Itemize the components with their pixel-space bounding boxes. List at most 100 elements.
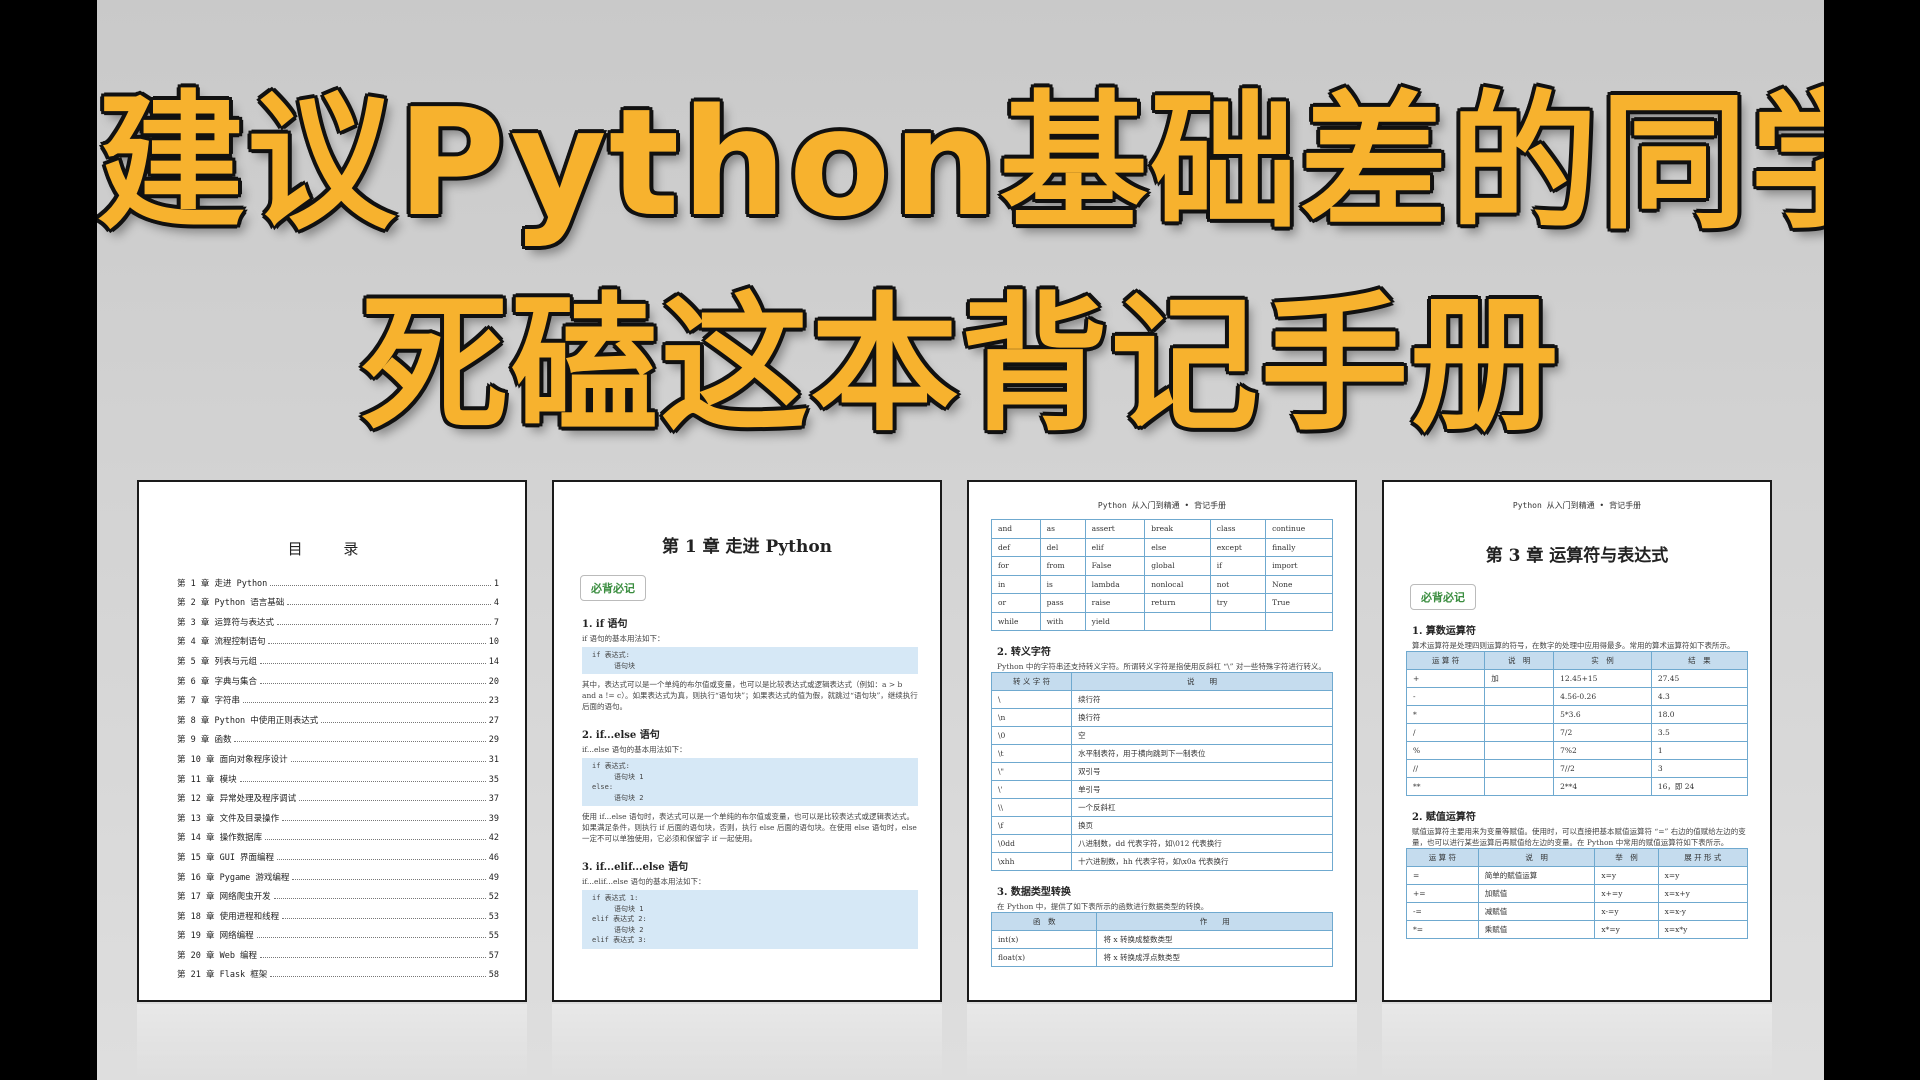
chapter-1-page: 第 1 章 走进 Python 必背必记 1. if 语句 if 语句的基本用法… <box>552 480 942 1002</box>
section-description: 算术运算符是处理四则运算的符号，在数字的处理中应用得最多。常用的算术运算符如下表… <box>1412 641 1735 650</box>
table-cell: and <box>991 519 1041 539</box>
code-line: elif 表达式 2: <box>592 915 647 923</box>
toc-row: 第 11 章 模块 35 <box>177 765 499 785</box>
chapter-2-page: Python 从入门到精通 • 背记手册 and as assert break cla… <box>967 480 1357 1002</box>
table-cell: elif <box>1084 537 1146 557</box>
table-cell: assert <box>1084 519 1146 539</box>
table-cell: 1 <box>1650 741 1749 760</box>
section-heading: 3. if...elif...else 语句 <box>582 862 689 873</box>
toc-page-number: 58 <box>488 970 499 981</box>
table-row: + 加 12.45+15 27.45 <box>1405 669 1749 688</box>
toc-entry-title: 第 18 章 使用进程和线程 <box>177 911 280 922</box>
table-cell: 换行符 <box>1071 708 1333 727</box>
section-description: 其中，表达式可以是一个单纯的布尔值或变量，也可以是比较表达式或逻辑表达式（例如：… <box>582 680 918 711</box>
table-cell: import <box>1265 556 1333 576</box>
section-heading: 2. if...else 语句 <box>582 730 660 741</box>
toc-entry-title: 第 5 章 列表与元组 <box>177 656 257 667</box>
table-cell: break <box>1144 519 1211 539</box>
table-header-cell: 举 例 <box>1594 848 1659 867</box>
table-cell: or <box>991 593 1041 613</box>
code-block: if 表达式 1: 语句块 1 elif 表达式 2: 语句块 2 elif 表… <box>582 890 918 949</box>
toc-page-number: 4 <box>493 598 499 609</box>
table-cell: 一个反斜杠 <box>1071 798 1333 817</box>
table-header-cell: 结 果 <box>1650 651 1749 670</box>
table-row: // 7//2 3 <box>1405 759 1749 778</box>
toc-leader-dots <box>268 643 486 645</box>
table-cell: for <box>991 556 1041 576</box>
toc-leader-dots <box>239 780 486 782</box>
table-cell: x=x+y <box>1657 884 1749 903</box>
toc-entry-title: 第 21 章 Flask 框架 <box>177 970 268 981</box>
section-description: Python 中的字符串还支持转义字符。所谓转义字符是指使用反斜杠 “\” 对一… <box>997 662 1326 671</box>
table-cell: 水平制表符，用于横向跳到下一制表位 <box>1071 744 1333 763</box>
table-cell <box>1484 723 1555 742</box>
table-row: *= 乘赋值 x*=y x=x*y <box>1406 920 1749 939</box>
table-header-cell: 运 算 符 <box>1405 651 1486 670</box>
escape-char-table: 转 义 字 符说 明 \ 续行符 \n 换行符 \0 空 \t 水平制表符，用于横向跳到下一制表… <box>990 672 1333 871</box>
table-cell: continue <box>1265 519 1333 539</box>
table-cell: 将 x 转换成整数类型 <box>1096 930 1333 949</box>
table-row: \xhh 十六进制数，hh 代表字符，如\x0a 代表换行 <box>990 852 1333 871</box>
toc-entry-title: 第 12 章 异常处理及程序调试 <box>177 794 297 805</box>
table-cell: x=y <box>1657 866 1749 885</box>
toc-page-number: 7 <box>493 617 499 628</box>
toc-page-number: 53 <box>488 911 499 922</box>
toc-row: 第 19 章 网络编程 55 <box>177 922 499 941</box>
table-row: \ 续行符 <box>990 690 1333 709</box>
assignment-operator-table: 运 算 符说 明举 例展 开 形 式 = 简单的赋值运算 x=y x=y += 加赋值 x+=… <box>1406 848 1749 939</box>
table-cell <box>1484 741 1555 760</box>
chapter-title: 第 3 章 运算符与表达式 <box>1485 546 1669 566</box>
must-memorize-badge: 必背必记 <box>1410 584 1476 610</box>
table-row: += 加赋值 x+=y x=x+y <box>1406 884 1749 903</box>
table-row: \' 单引号 <box>990 780 1333 799</box>
table-cell: 27.45 <box>1650 669 1749 688</box>
section-intro: if...else 语句的基本用法如下： <box>582 745 687 754</box>
toc-row: 第 1 章 走进 Python 1 <box>177 569 499 589</box>
table-cell: global <box>1144 556 1211 576</box>
toc-entry-title: 第 1 章 走进 Python <box>177 578 268 589</box>
toc-list: 第 1 章 走进 Python 1 第 2 章 Python 语言基础 4 第 3 章 … <box>139 569 525 981</box>
table-cell: False <box>1084 556 1146 576</box>
toc-leader-dots <box>292 878 486 880</box>
table-cell <box>1209 611 1267 631</box>
table-row: = 简单的赋值运算 x=y x=y <box>1406 866 1749 885</box>
table-header-cell: 作 用 <box>1096 912 1333 931</box>
table-cell: del <box>1039 537 1086 557</box>
table-row: -= 减赋值 x-=y x=x-y <box>1406 902 1749 921</box>
must-memorize-badge: 必背必记 <box>580 575 646 601</box>
page-reflection <box>967 1004 1357 1080</box>
table-cell: try <box>1209 593 1267 613</box>
table-cell: // <box>1405 759 1486 778</box>
table-cell: 12.45+15 <box>1553 669 1652 688</box>
toc-row: 第 8 章 Python 中使用正则表达式 27 <box>177 706 499 726</box>
toc-page-number: 35 <box>488 774 499 785</box>
toc-row: 第 15 章 GUI 界面编程 46 <box>177 843 499 863</box>
toc-page-number: 20 <box>488 676 499 687</box>
toc-row: 第 16 章 Pygame 游戏编程 49 <box>177 863 499 883</box>
section-intro: if 语句的基本用法如下： <box>582 634 665 643</box>
toc-page-number: 37 <box>488 794 499 805</box>
toc-page-number: 31 <box>488 754 499 765</box>
toc-row: 第 20 章 Web 编程 57 <box>177 941 499 961</box>
table-cell: 将 x 转换成浮点数类型 <box>1096 948 1333 967</box>
table-cell: from <box>1039 556 1086 576</box>
table-cell: 换页 <box>1071 816 1333 835</box>
table-row: in is lambda nonlocal not None <box>991 574 1333 594</box>
table-cell: raise <box>1084 593 1146 613</box>
toc-entry-title: 第 9 章 函数 <box>177 735 232 746</box>
section-heading: 3. 数据类型转换 <box>997 887 1071 898</box>
toc-row: 第 3 章 运算符与表达式 7 <box>177 608 499 628</box>
table-cell: 16，即 24 <box>1650 777 1749 796</box>
table-cell: x*=y <box>1594 920 1659 939</box>
section-description: 在 Python 中，提供了如下表所示的函数进行数据类型的转换。 <box>997 902 1209 911</box>
table-cell: not <box>1209 574 1267 594</box>
table-row: for from False global if import <box>991 556 1333 576</box>
code-line: 语句块 1 <box>614 904 644 913</box>
type-conversion-table: 函 数作 用 int(x) 将 x 转换成整数类型 float(x) 将 x 转换成浮点… <box>990 912 1333 967</box>
toc-leader-dots <box>260 956 486 958</box>
code-line: 语句块 <box>614 661 635 670</box>
toc-leader-dots <box>265 839 486 841</box>
section-heading: 1. 算数运算符 <box>1412 626 1476 637</box>
table-row: % 7%2 1 <box>1405 741 1749 760</box>
toc-row: 第 18 章 使用进程和线程 53 <box>177 902 499 922</box>
